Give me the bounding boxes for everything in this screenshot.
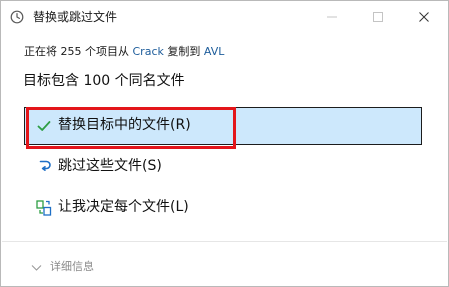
source-folder-link[interactable]: Crack xyxy=(133,45,164,58)
close-button[interactable] xyxy=(401,1,447,31)
conflict-heading: 目标包含 100 个同名文件 xyxy=(23,73,185,89)
info-prefix: 正在将 255 个项目从 xyxy=(24,45,133,58)
title-bar[interactable]: 替换或跳过文件 xyxy=(1,1,448,33)
decide-each-file-option[interactable]: 让我决定每个文件(L) xyxy=(24,189,422,227)
skip-files-label: 跳过这些文件(S) xyxy=(58,158,162,174)
replace-files-label: 替换目标中的文件(R) xyxy=(58,117,191,133)
footer-divider xyxy=(2,241,447,242)
maximize-icon xyxy=(373,7,383,26)
details-label: 详细信息 xyxy=(50,260,94,273)
close-icon xyxy=(419,7,429,26)
decide-each-file-label: 让我决定每个文件(L) xyxy=(58,199,189,215)
skip-files-option[interactable]: 跳过这些文件(S) xyxy=(24,148,422,186)
minimize-icon xyxy=(327,7,337,26)
maximize-button[interactable] xyxy=(355,1,401,31)
details-toggle[interactable]: 详细信息 xyxy=(31,257,94,275)
undo-arrow-icon xyxy=(36,159,52,175)
minimize-button[interactable] xyxy=(309,1,355,31)
clock-icon xyxy=(10,9,24,24)
checkmark-icon xyxy=(36,118,52,134)
chevron-down-icon xyxy=(31,257,42,276)
replace-files-option[interactable]: 替换目标中的文件(R) xyxy=(24,107,422,145)
window-title: 替换或跳过文件 xyxy=(33,10,118,24)
copy-progress-text: 正在将 255 个项目从 Crack 复制到 AVL xyxy=(24,45,224,59)
info-middle: 复制到 xyxy=(163,45,204,58)
destination-folder-link[interactable]: AVL xyxy=(204,45,224,58)
replace-or-skip-dialog: 替换或跳过文件 正在将 255 个项目从 Crack 复制到 AVL 目标包含 … xyxy=(0,0,449,287)
compare-files-icon xyxy=(36,200,52,216)
